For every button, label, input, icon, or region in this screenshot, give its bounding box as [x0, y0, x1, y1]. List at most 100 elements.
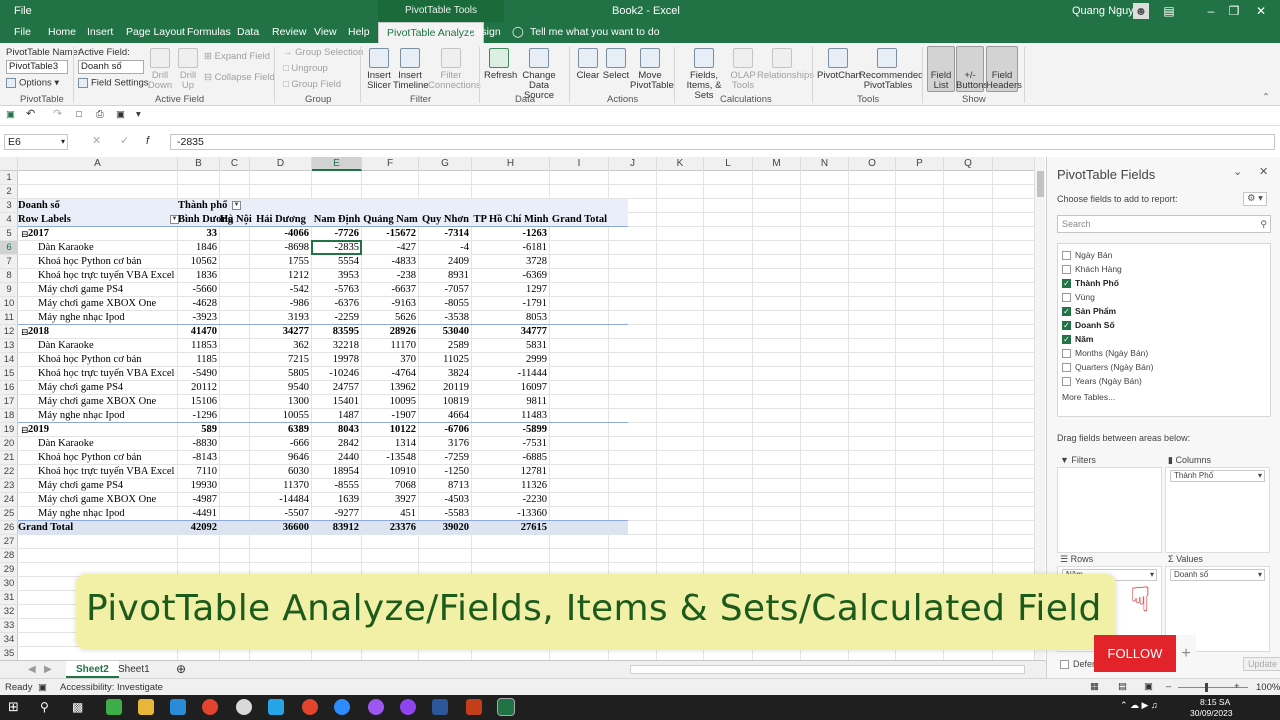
field-item[interactable]: ✓ Doanh Số	[1062, 318, 1115, 332]
field-checkbox[interactable]: ✓	[1062, 321, 1071, 331]
pivot-value-cell[interactable]: 1846	[178, 241, 220, 255]
field-checkbox[interactable]	[1062, 251, 1071, 261]
active-field-input[interactable]: Doanh số	[78, 60, 144, 74]
pivot-value-cell[interactable]: 83595	[312, 325, 362, 339]
pivot-value-cell[interactable]: 10095	[362, 395, 419, 409]
pivot-value-cell[interactable]: 33	[178, 227, 220, 241]
pivot-value-cell[interactable]: 362	[250, 339, 312, 353]
group-field-button[interactable]: □ Group Field	[283, 80, 341, 90]
pivot-value-cell[interactable]: -986	[250, 297, 312, 311]
pivot-value-cell[interactable]: 7215	[250, 353, 312, 367]
restore-icon[interactable]: ❐	[1226, 3, 1242, 19]
pivot-value-cell[interactable]: 1836	[178, 269, 220, 283]
pivot-value-cell[interactable]: 2589	[419, 339, 472, 353]
row-header-27[interactable]: 27	[0, 535, 18, 549]
pivot-value-cell[interactable]: -4503	[419, 493, 472, 507]
collapse-ribbon-icon[interactable]: ⌃	[1262, 93, 1270, 103]
row-header-8[interactable]: 8	[0, 269, 18, 283]
ribbon-display-icon[interactable]: ▤	[1161, 3, 1177, 19]
field-item[interactable]: ✓ Sản Phẩm	[1062, 304, 1116, 318]
pivot-value-cell[interactable]: 39020	[419, 521, 472, 535]
save-icon[interactable]: ▣	[6, 110, 15, 120]
pivot-value-cell[interactable]: 41470	[178, 325, 220, 339]
row-header-11[interactable]: 11	[0, 311, 18, 325]
pivot-value-cell[interactable]: 3176	[419, 437, 472, 451]
collapse-toggle-icon[interactable]: ⊟	[21, 325, 31, 339]
column-header-j[interactable]: J	[609, 157, 657, 171]
column-header-e[interactable]: E	[312, 157, 362, 171]
pivot-value-cell[interactable]: 11853	[178, 339, 220, 353]
field-checkbox[interactable]	[1062, 377, 1071, 387]
pivot-value-cell[interactable]: -8055	[419, 297, 472, 311]
pivot-value-cell[interactable]: 32218	[312, 339, 362, 353]
pivot-year-row[interactable]: 2018	[28, 325, 178, 339]
settings-icon[interactable]	[236, 699, 252, 715]
edge-icon[interactable]	[170, 699, 186, 715]
name-box[interactable]: E6 ▾	[4, 134, 68, 150]
pivot-value-cell[interactable]: -13548	[362, 451, 419, 465]
pane-close-icon[interactable]: ✕	[1259, 167, 1268, 178]
pivot-value-cell[interactable]: -10246	[312, 367, 362, 381]
pivot-value-cell[interactable]: 370	[362, 353, 419, 367]
pivot-value-cell[interactable]: 5805	[250, 367, 312, 381]
next-sheet-icon[interactable]: ▶	[34, 661, 62, 678]
expand-field-button[interactable]: ⊞ Expand Field	[204, 52, 270, 62]
tab-view[interactable]: View	[314, 26, 337, 38]
column-header-q[interactable]: Q	[944, 157, 993, 171]
pivot-product-row[interactable]: Dàn Karaoke	[38, 241, 178, 255]
pane-options-icon[interactable]: ⌄	[1233, 167, 1242, 178]
pivot-value-cell[interactable]: -13360	[472, 507, 550, 521]
file-menu-tab[interactable]: File	[14, 5, 32, 17]
pivot-value-cell[interactable]: -2259	[312, 311, 362, 325]
pivot-value-cell[interactable]: -4764	[362, 367, 419, 381]
row-header-18[interactable]: 18	[0, 409, 18, 423]
ungroup-button[interactable]: □ Ungroup	[283, 64, 328, 74]
zoom-in-icon[interactable]: +	[1234, 682, 1240, 692]
messenger-icon-2[interactable]	[400, 699, 416, 715]
pivot-value-cell[interactable]: 3824	[419, 367, 472, 381]
taskbar-search-icon[interactable]: ⚲	[40, 699, 56, 715]
pivot-value-cell[interactable]: -8698	[250, 241, 312, 255]
field-search-input[interactable]: Search ⚲	[1057, 215, 1271, 233]
row-header-15[interactable]: 15	[0, 367, 18, 381]
pivot-value-cell[interactable]: 9540	[250, 381, 312, 395]
accessibility-status[interactable]: Accessibility: Investigate	[60, 683, 163, 693]
row-header-28[interactable]: 28	[0, 549, 18, 563]
pivot-value-cell[interactable]: 3193	[250, 311, 312, 325]
row-header-2[interactable]: 2	[0, 185, 18, 199]
pivot-value-cell[interactable]: -7314	[419, 227, 472, 241]
insert-function-icon[interactable]: f	[146, 136, 149, 147]
follow-plus-icon[interactable]: +	[1176, 635, 1196, 672]
row-header-25[interactable]: 25	[0, 507, 18, 521]
field-headers-button[interactable]: Field Headers	[986, 71, 1022, 91]
pivot-value-cell[interactable]: -3538	[419, 311, 472, 325]
select-button[interactable]: Select	[602, 71, 630, 81]
pivot-value-cell[interactable]: 5831	[472, 339, 550, 353]
sheet-tab-sheet1[interactable]: Sheet1	[108, 661, 160, 678]
collapse-field-button[interactable]: ⊟ Collapse Field	[204, 73, 275, 83]
field-item[interactable]: Months (Ngày Bán)	[1062, 346, 1148, 360]
pivot-product-row[interactable]: Máy chơi game XBOX One	[38, 297, 178, 311]
follow-button[interactable]: FOLLOW	[1094, 635, 1176, 672]
pivot-column-header[interactable]: Quảng Nam	[362, 213, 419, 227]
column-header-d[interactable]: D	[250, 157, 312, 171]
pivot-value-cell[interactable]: 1185	[178, 353, 220, 367]
pivot-value-cell[interactable]: -4491	[178, 507, 220, 521]
row-header-20[interactable]: 20	[0, 437, 18, 451]
pivotchart-button[interactable]: PivotChart	[817, 71, 861, 81]
pivot-value-cell[interactable]: -11444	[472, 367, 550, 381]
pivot-value-cell[interactable]: 19930	[178, 479, 220, 493]
file-explorer-icon[interactable]	[138, 699, 154, 715]
pivot-value-cell[interactable]: 589	[178, 423, 220, 437]
pivot-value-cell[interactable]: -6376	[312, 297, 362, 311]
column-header-h[interactable]: H	[472, 157, 550, 171]
pivot-product-row[interactable]: Máy chơi game PS4	[38, 283, 178, 297]
horizontal-scrollbar[interactable]	[630, 665, 1025, 674]
select-all-corner[interactable]	[0, 157, 18, 171]
field-checkbox[interactable]	[1062, 265, 1071, 275]
pivot-value-cell[interactable]: 36600	[250, 521, 312, 535]
collapse-toggle-icon[interactable]: ⊟	[21, 423, 31, 437]
collapse-toggle-icon[interactable]: ⊟	[21, 227, 31, 241]
pivot-value-cell[interactable]: 12781	[472, 465, 550, 479]
group-selection-button[interactable]: → Group Selection	[283, 48, 363, 58]
